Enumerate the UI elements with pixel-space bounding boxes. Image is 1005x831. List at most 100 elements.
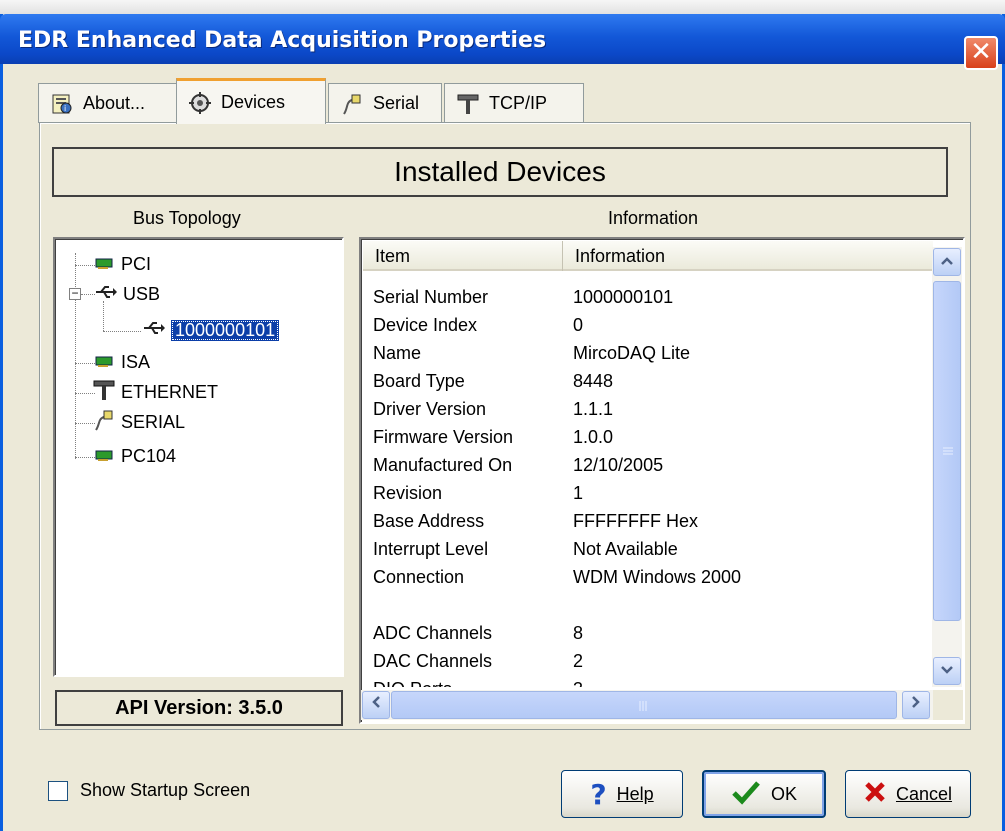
checkmark-icon xyxy=(731,779,761,810)
tab-about[interactable]: i About... xyxy=(38,83,178,123)
tree-item-isa[interactable]: ISA xyxy=(95,349,150,375)
device-gear-icon xyxy=(187,90,213,116)
chevron-right-icon xyxy=(911,696,921,713)
cancel-button[interactable]: Cancel xyxy=(845,770,971,818)
table-row[interactable]: Connection WDM Windows 2000 xyxy=(373,567,933,595)
help-button[interactable]: ? Help xyxy=(561,770,683,818)
tab-tcpip[interactable]: TCP/IP xyxy=(444,83,584,123)
tree-connector xyxy=(75,423,95,424)
row-item: Base Address xyxy=(373,511,485,531)
card-icon xyxy=(95,446,115,467)
row-value: FFFFFFFF Hex xyxy=(573,511,698,531)
scroll-left-button[interactable] xyxy=(362,691,390,719)
row-value: 1 xyxy=(573,483,584,503)
chevron-left-icon xyxy=(371,696,381,713)
scroll-corner xyxy=(933,690,963,720)
information-list[interactable]: Item Information Serial Number 1000000101… xyxy=(359,237,965,724)
x-icon xyxy=(864,781,886,808)
table-row[interactable]: Base Address FFFFFFFF Hex xyxy=(373,511,933,539)
column-header-information[interactable]: Information xyxy=(563,241,933,271)
grip-icon xyxy=(639,701,647,711)
show-startup-checkbox[interactable] xyxy=(48,780,68,801)
table-row[interactable]: DIO Ports 3 xyxy=(373,679,933,687)
table-row[interactable]: Driver Version 1.1.1 xyxy=(373,399,933,427)
usb-icon xyxy=(143,320,165,341)
row-value: MircoDAQ Lite xyxy=(573,343,691,363)
list-body: Serial Number 1000000101 Device Index 0 Na… xyxy=(373,287,933,687)
vertical-scrollbar[interactable] xyxy=(932,247,962,687)
scroll-right-button[interactable] xyxy=(902,691,930,719)
tab-about-label: About... xyxy=(83,93,146,113)
scroll-down-button[interactable] xyxy=(933,657,961,685)
tab-serial-label: Serial xyxy=(373,93,420,113)
row-value: WDM Windows 2000 xyxy=(573,567,742,587)
network-connector-icon xyxy=(93,379,115,406)
table-row[interactable]: Name MircoDAQ Lite xyxy=(373,343,933,371)
list-header: Item Information xyxy=(363,241,933,271)
scroll-thumb[interactable] xyxy=(391,691,897,719)
installed-devices-heading: Installed Devices xyxy=(52,147,948,197)
column-header-item[interactable]: Item xyxy=(363,241,563,271)
row-value: 8 xyxy=(573,623,584,643)
row-item: Firmware Version xyxy=(373,427,514,447)
question-mark-icon: ? xyxy=(590,777,607,811)
table-row[interactable]: Manufactured On 12/10/2005 xyxy=(373,455,933,483)
tree-connector xyxy=(75,363,95,364)
tab-devices-label: Devices xyxy=(221,92,286,112)
chevron-down-icon xyxy=(940,663,954,679)
tab-devices[interactable]: Devices xyxy=(176,78,326,124)
tree-item-usb[interactable]: USB xyxy=(95,281,160,307)
ok-button[interactable]: OK xyxy=(702,770,826,818)
row-value: 2 xyxy=(573,651,584,671)
bus-topology-tree[interactable]: PCI − USB 1000000101 ISA ETHERNET SERIAL… xyxy=(53,237,344,677)
card-icon xyxy=(95,254,115,275)
horizontal-scrollbar[interactable] xyxy=(361,690,933,720)
tab-serial[interactable]: Serial xyxy=(328,83,442,123)
tree-connector xyxy=(75,265,95,266)
scroll-thumb[interactable] xyxy=(933,281,961,621)
close-button[interactable]: ✕ xyxy=(964,36,998,70)
table-row[interactable]: Interrupt Level Not Available xyxy=(373,539,933,567)
tree-item-ethernet[interactable]: ETHERNET xyxy=(93,379,218,405)
table-row[interactable]: Device Index 0 xyxy=(373,315,933,343)
tree-connector xyxy=(75,457,95,458)
row-item: Manufactured On xyxy=(373,455,513,475)
usb-icon xyxy=(95,284,117,305)
tree-item-label-selected: 1000000101 xyxy=(171,319,280,341)
card-icon xyxy=(95,352,115,373)
tree-item-usb-device[interactable]: 1000000101 xyxy=(143,317,280,343)
tree-expander[interactable]: − xyxy=(69,287,81,300)
table-row[interactable]: DAC Channels 2 xyxy=(373,651,933,679)
tree-item-serial[interactable]: SERIAL xyxy=(93,409,185,435)
table-row[interactable]: Board Type 8448 xyxy=(373,371,933,399)
tree-connector xyxy=(103,331,141,332)
table-row[interactable]: ADC Channels 8 xyxy=(373,623,933,651)
tree-item-pc104[interactable]: PC104 xyxy=(95,443,176,469)
serial-cable-icon xyxy=(93,409,115,436)
information-label: Information xyxy=(608,208,699,228)
row-value: 8448 xyxy=(573,371,614,391)
row-item: Name xyxy=(373,343,422,363)
table-row[interactable]: Revision 1 xyxy=(373,483,933,511)
tree-connector xyxy=(75,253,76,459)
network-connector-icon xyxy=(455,91,481,117)
show-startup-checkbox-row[interactable]: Show Startup Screen xyxy=(48,780,250,801)
tree-item-label: SERIAL xyxy=(121,411,186,432)
row-item: DIO Ports xyxy=(373,679,452,687)
info-doc-icon: i xyxy=(49,91,75,117)
help-button-label: Help xyxy=(616,783,654,804)
svg-text:i: i xyxy=(64,104,66,113)
tree-item-pci[interactable]: PCI xyxy=(95,251,151,277)
row-value: 12/10/2005 xyxy=(573,455,664,475)
ok-button-label: OK xyxy=(770,783,797,804)
row-value: 1000000101 xyxy=(573,287,674,307)
table-row[interactable] xyxy=(373,595,933,623)
table-row[interactable]: Serial Number 1000000101 xyxy=(373,287,933,315)
row-item: Device Index xyxy=(373,315,478,335)
table-row[interactable]: Firmware Version 1.0.0 xyxy=(373,427,933,455)
scroll-up-button[interactable] xyxy=(933,248,961,276)
row-item: Connection xyxy=(373,567,465,587)
title-bar[interactable]: EDR Enhanced Data Acquisition Properties… xyxy=(0,14,1005,70)
tree-item-label: USB xyxy=(123,283,161,304)
tree-connector xyxy=(75,393,95,394)
